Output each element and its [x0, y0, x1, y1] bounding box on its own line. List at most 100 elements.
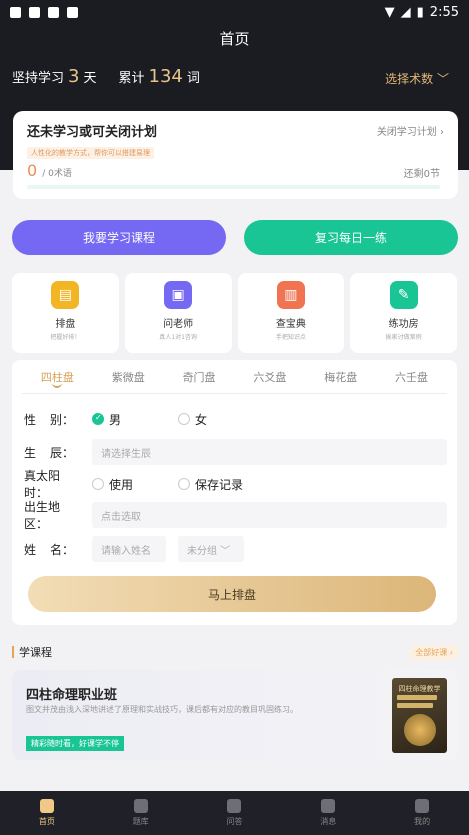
streak-unit: 天: [83, 71, 97, 86]
tab-sizhu[interactable]: 四柱盘: [22, 360, 93, 393]
section-title: 学课程: [19, 646, 52, 659]
total-unit: 词: [186, 71, 200, 86]
pencil-icon: ✎: [389, 281, 418, 309]
male-label: 男: [109, 412, 122, 427]
total-value: 134: [148, 66, 183, 87]
streak-prefix: 坚持学习: [12, 71, 65, 86]
status-bar: ▼ ◢ ▮ 2:55: [0, 0, 469, 24]
save-record-option[interactable]: 保存记录: [178, 476, 243, 493]
user-icon: [415, 799, 430, 813]
plan-progress-value: 0: [27, 161, 38, 180]
tab-meihua[interactable]: 梅花盘: [305, 360, 376, 393]
book-title: 四柱命理教学: [398, 685, 441, 693]
nav-qa[interactable]: 问答: [188, 791, 282, 835]
home-icon: [39, 799, 54, 813]
study-plan-card: 还未学习或可关闭计划 关闭学习计划 › 人性化的教学方式，帮你可以搭建易理 0 …: [13, 111, 458, 199]
name-label-b: 名：: [49, 542, 74, 557]
paipan-icon: ▤: [51, 281, 80, 309]
app-icon: [48, 6, 59, 18]
solar-time-option[interactable]: 使用: [92, 476, 178, 493]
courses-section-header: 学课程 全部好课 ›: [12, 644, 459, 660]
tool-practice[interactable]: ✎ 练功房 挨家讨做案例: [350, 273, 457, 353]
status-time: 2:55: [429, 4, 459, 20]
nav-home[interactable]: 首页: [0, 791, 94, 835]
nav-label: 问答: [226, 817, 243, 826]
gender-label: 性 别：: [24, 411, 92, 428]
course-title: 四柱命理职业班: [26, 688, 118, 703]
name-row: 姓 名： 请输入姓名 未分组 ﹀: [24, 536, 447, 562]
signal-icon: ◢: [400, 4, 411, 20]
region-label: 出生地区：: [24, 500, 61, 531]
tab-ziwei[interactable]: 紫微盘: [93, 360, 164, 393]
tab-qimen[interactable]: 奇门盘: [164, 360, 235, 393]
save-record-label: 保存记录: [195, 477, 244, 492]
course-tag: 精彩随时看，好课学不停: [26, 736, 124, 751]
birth-row: 生 辰： 请选择生辰: [24, 439, 447, 465]
radio-icon: [178, 478, 190, 490]
tool-handbook[interactable]: ▥ 查宝典 手把知识点: [237, 273, 345, 353]
tool-paipan[interactable]: ▤ 排盘 把握好排！: [12, 273, 119, 353]
region-field[interactable]: 点击选取: [92, 502, 447, 528]
tool-sub: 真人1对1咨询: [159, 334, 197, 341]
study-course-button[interactable]: 我要学习课程: [12, 220, 226, 255]
daily-review-button[interactable]: 复习每日一练: [244, 220, 458, 255]
tool-label: 练功房: [388, 319, 419, 330]
gender-male-option[interactable]: 男: [92, 411, 178, 428]
study-stats: 坚持学习 3 天 累计 134 词: [12, 66, 200, 87]
group-select[interactable]: 未分组 ﹀: [178, 536, 244, 562]
nav-question-bank[interactable]: 题库: [94, 791, 188, 835]
lock-icon: [29, 6, 40, 18]
solar-time-label: 真太阳时：: [24, 469, 61, 500]
chart-tabs: 四柱盘 紫微盘 奇门盘 六爻盘 梅花盘 六壬盘: [22, 360, 447, 394]
bottom-nav: 首页 题库 问答 消息 我的: [0, 791, 469, 835]
apple-icon: [133, 799, 148, 813]
plan-progress: 0 / 0术语: [27, 161, 72, 180]
select-discipline-dropdown[interactable]: 选择术数 ﹀: [385, 70, 449, 87]
close-plan-link[interactable]: 关闭学习计划 ›: [377, 123, 444, 138]
tab-liuren[interactable]: 六壬盘: [376, 360, 447, 393]
wifi-icon: ▼: [384, 4, 395, 20]
message-icon: [321, 799, 336, 813]
tool-sub: 挨家讨做案例: [385, 334, 422, 341]
solar-time-row: 真太阳时： 使用 保存记录: [24, 469, 447, 500]
total-prefix: 累计: [118, 71, 145, 86]
tool-ask-teacher[interactable]: ▣ 问老师 真人1对1咨询: [124, 273, 232, 353]
chart-form-card: 四柱盘 紫微盘 奇门盘 六爻盘 梅花盘 六壬盘 性 别： 男 女 生 辰： 请选…: [12, 360, 457, 625]
teacher-icon: ▣: [164, 281, 193, 309]
gender-row: 性 别： 男 女: [24, 406, 447, 432]
plan-tip: 人性化的教学方式，帮你可以搭建易理: [27, 147, 154, 159]
gender-label-b: 别：: [49, 412, 74, 427]
nav-label: 题库: [132, 817, 149, 826]
nav-label: 消息: [320, 817, 337, 826]
tool-label: 问老师: [163, 319, 194, 330]
image-icon: [67, 6, 78, 18]
gender-label-a: 性: [24, 412, 37, 427]
plan-days-left: 还剩0节: [403, 169, 440, 180]
handbook-icon: ▥: [276, 281, 305, 309]
radio-icon: [92, 478, 104, 490]
course-card[interactable]: 四柱命理职业班 图文并茂由浅入深地讲述了原理和实战技巧，课后都有对应的教目巩固练…: [12, 670, 457, 760]
section-accent: [12, 646, 14, 658]
submit-chart-button[interactable]: 马上排盘: [28, 576, 436, 612]
female-label: 女: [195, 412, 208, 427]
radio-icon: [178, 413, 190, 425]
gender-female-option[interactable]: 女: [178, 411, 207, 428]
region-row: 出生地区： 点击选取: [24, 500, 447, 531]
nav-profile[interactable]: 我的: [375, 791, 469, 835]
all-courses-link[interactable]: 全部好课 ›: [409, 644, 459, 660]
radio-checked-icon: [92, 413, 104, 425]
course-description: 图文并茂由浅入深地讲述了原理和实战技巧，课后都有对应的教目巩固练习。: [26, 705, 298, 714]
birth-label-a: 生: [24, 445, 37, 460]
nav-messages[interactable]: 消息: [281, 791, 375, 835]
name-input[interactable]: 请输入姓名: [92, 536, 166, 562]
nav-label: 我的: [414, 817, 431, 826]
plan-progress-bar: [27, 185, 440, 189]
tab-liuyao[interactable]: 六爻盘: [234, 360, 305, 393]
notification-icon: [10, 6, 21, 18]
tool-label: 排盘: [55, 319, 76, 330]
nav-label: 首页: [38, 817, 55, 826]
course-cover-image: 四柱命理教学: [392, 678, 447, 753]
tool-grid: ▤ 排盘 把握好排！ ▣ 问老师 真人1对1咨询 ▥ 查宝典 手把知识点 ✎ 练…: [12, 273, 457, 353]
coin-icon: [404, 714, 436, 746]
birth-time-field[interactable]: 请选择生辰: [92, 439, 447, 465]
